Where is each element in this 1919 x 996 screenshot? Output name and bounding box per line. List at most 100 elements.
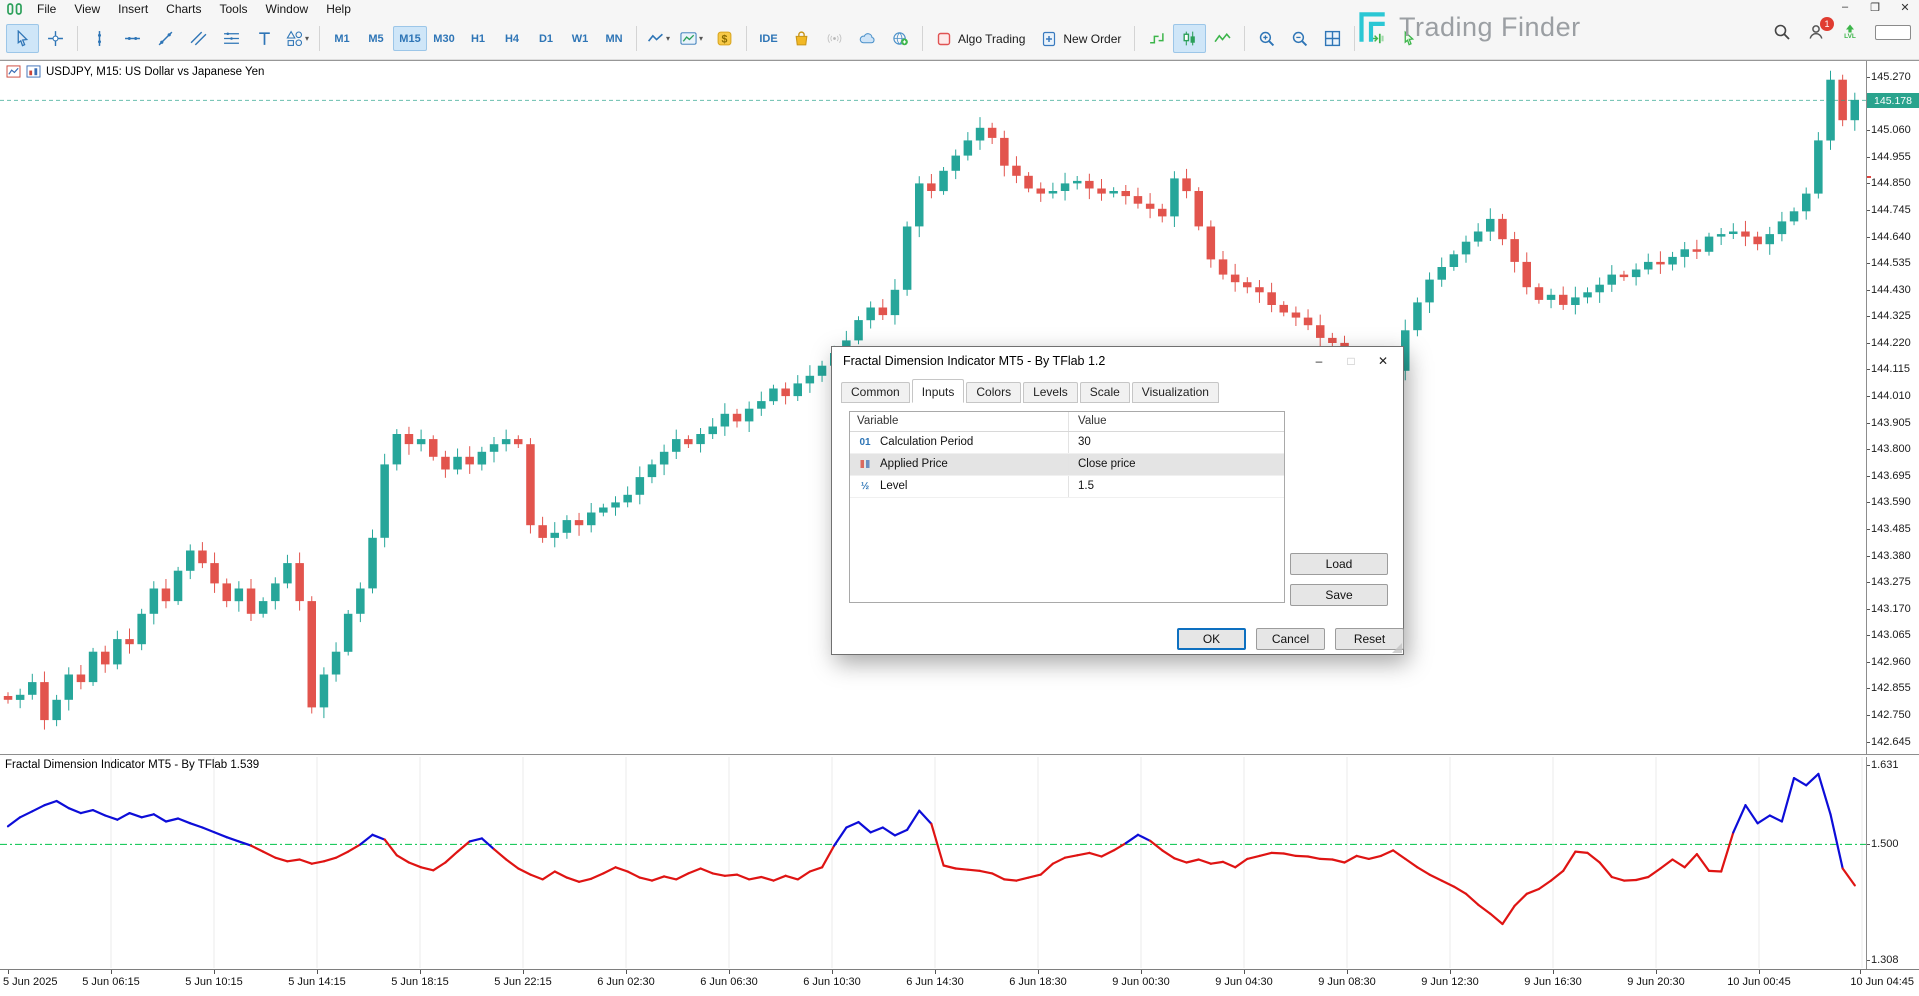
notification-badge: 1 [1820,17,1834,31]
mt5-window: FileViewInsertChartsToolsWindowHelp – ❐ … [0,0,1919,996]
time-tick [1450,970,1451,974]
variable-value[interactable]: 1.5 [1068,476,1284,497]
menu-window[interactable]: Window [257,2,318,16]
time-tick [523,970,524,974]
dollar-icon: $ [716,30,733,47]
price-label: 143.170 [1871,602,1911,616]
variable-value[interactable]: Close price [1068,454,1284,475]
profile-button[interactable]: 1 [1807,23,1825,41]
timeframe-d1-button[interactable]: D1 [529,26,563,51]
line-chart-button[interactable] [1206,24,1239,53]
market-button[interactable] [785,24,818,53]
table-header-row: Variable Value [850,412,1284,432]
chart-symbol-label: USDJPY, M15: US Dollar vs Japanese Yen [46,66,264,78]
candle-type-icon [857,454,873,475]
cursor-icon [14,30,31,47]
menu-view[interactable]: View [65,2,109,16]
cancel-button[interactable]: Cancel [1256,628,1325,650]
tab-scale[interactable]: Scale [1080,382,1130,403]
zoom-out-button[interactable] [1283,24,1316,53]
timeframe-m1-button[interactable]: M1 [325,26,359,51]
ide-button[interactable]: IDE [752,24,785,53]
time-tick [1038,970,1039,974]
indicators-button[interactable]: ▾ [675,24,708,53]
candlesticks-button[interactable] [1173,24,1206,53]
horizontal-line-button[interactable] [116,24,149,53]
signals-button[interactable] [818,24,851,53]
menu-charts[interactable]: Charts [157,2,210,16]
algo-trading-label: Algo Trading [958,32,1025,46]
time-label: 5 Jun 22:15 [494,976,552,988]
price-label: 143.800 [1871,442,1911,456]
algo-trading-button[interactable]: Algo Trading [928,25,1033,52]
zoom-in-button[interactable] [1250,24,1283,53]
timeframe-m5-button[interactable]: M5 [359,26,393,51]
vertical-line-icon [91,30,108,47]
tile-windows-button[interactable] [1316,24,1349,53]
time-axis[interactable]: 5 Jun 20255 Jun 06:155 Jun 10:155 Jun 14… [0,969,1919,996]
price-label: 143.905 [1871,416,1911,430]
mt5-logo-icon [6,2,24,16]
load-button[interactable]: Load [1290,553,1388,575]
time-label: 6 Jun 10:30 [803,976,861,988]
input-row-calculation-period[interactable]: 01Calculation Period30 [850,432,1284,454]
time-label: 5 Jun 2025 [3,976,57,988]
copy-trading-button[interactable] [884,24,917,53]
timeframe-m30-button[interactable]: M30 [427,26,461,51]
menu-file[interactable]: File [28,2,65,16]
vps-cloud-button[interactable] [851,24,884,53]
channel-button[interactable] [182,24,215,53]
fibonacci-button[interactable] [215,24,248,53]
window-minimize-button[interactable]: – [1837,1,1853,14]
trendline-button[interactable] [149,24,182,53]
window-restore-button[interactable]: ❐ [1867,1,1883,14]
menu-help[interactable]: Help [317,2,360,16]
price-label: 144.955 [1871,150,1911,164]
new-order-icon [1041,31,1057,47]
dialog-title: Fractal Dimension Indicator MT5 - By TFl… [832,354,1105,368]
dialog-maximize-button[interactable]: □ [1335,347,1367,374]
chart-type-button[interactable]: ▾ [642,24,675,53]
timeframe-w1-button[interactable]: W1 [563,26,597,51]
tab-levels[interactable]: Levels [1023,382,1078,403]
time-tick [1141,970,1142,974]
input-row-applied-price[interactable]: Applied PriceClose price [850,454,1284,476]
save-button[interactable]: Save [1290,584,1388,606]
copy-trading-icon [892,30,909,47]
tab-common[interactable]: Common [841,382,910,403]
resize-grip[interactable] [1392,643,1402,653]
tick-chart-button[interactable] [1140,24,1173,53]
ok-button[interactable]: OK [1177,628,1246,650]
tab-inputs[interactable]: Inputs [912,379,965,403]
shapes-button[interactable]: ▾ [281,24,314,53]
fibonacci-icon [223,30,240,47]
balance-toggle[interactable] [1875,25,1911,40]
crosshair-button[interactable] [39,24,72,53]
timeframe-m15-button[interactable]: M15 [393,26,427,51]
dialog-tab-strip: CommonInputsColorsLevelsScaleVisualizati… [841,377,1221,403]
indicator-scale-label: 1.631 [1871,758,1899,772]
search-button[interactable] [1773,23,1791,41]
timeframe-h4-button[interactable]: H4 [495,26,529,51]
text-tool-button[interactable] [248,24,281,53]
menu-insert[interactable]: Insert [109,2,157,16]
new-order-button[interactable]: New Order [1033,25,1129,52]
dialog-titlebar[interactable]: Fractal Dimension Indicator MT5 - By TFl… [832,347,1403,374]
variable-value[interactable]: 30 [1068,432,1284,453]
menu-tools[interactable]: Tools [211,2,257,16]
window-close-button[interactable]: ✕ [1897,1,1913,14]
timeframe-h1-button[interactable]: H1 [461,26,495,51]
indicator-settings-dialog: Fractal Dimension Indicator MT5 - By TFl… [831,346,1404,655]
input-row-level[interactable]: ½Level1.5 [850,476,1284,498]
lvl-button[interactable]: LVL [1841,23,1859,41]
dollar-button[interactable]: $ [708,24,741,53]
cursor-button[interactable] [6,24,39,53]
dialog-minimize-button[interactable]: – [1303,347,1335,374]
tab-visualization[interactable]: Visualization [1132,382,1219,403]
timeframe-mn-button[interactable]: MN [597,26,631,51]
time-label: 6 Jun 18:30 [1009,976,1067,988]
watermark-brand-text: Trading Finder [1399,12,1581,43]
dialog-close-button[interactable]: ✕ [1367,347,1399,374]
tab-colors[interactable]: Colors [966,382,1021,403]
vertical-line-button[interactable] [83,24,116,53]
